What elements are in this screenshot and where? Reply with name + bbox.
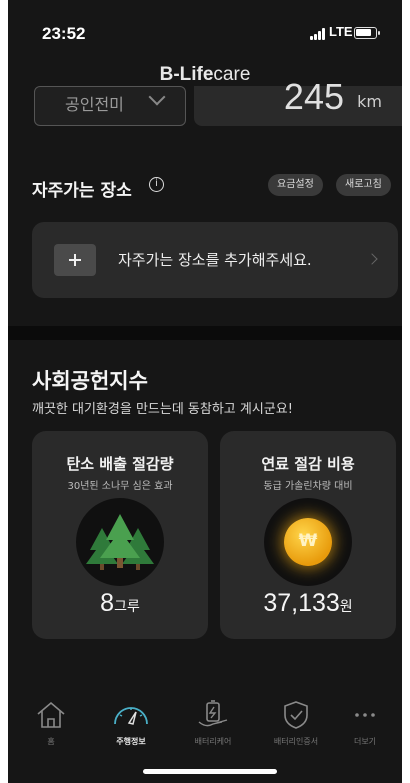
- tree-illustration: [76, 498, 164, 586]
- shield-check-icon: [284, 701, 308, 729]
- coin-illustration: ₩: [264, 498, 352, 586]
- nav-item-driving-info[interactable]: 주행정보: [96, 700, 166, 747]
- fuel-card-subtitle: 동급 가솔린차량 대비: [263, 481, 353, 492]
- status-bar: 23:52 LTE: [8, 0, 402, 62]
- status-time: 23:52: [42, 24, 86, 43]
- vehicle-dropdown[interactable]: 공인전미: [34, 86, 186, 126]
- battery-icon: [354, 27, 380, 39]
- nav-label-driving-info: 주행정보: [116, 737, 146, 746]
- speedometer-icon: [114, 707, 148, 725]
- distance-card: 245 km: [194, 76, 402, 126]
- add-place-message: 자주가는 장소를 추가해주세요.: [118, 251, 312, 269]
- pine-trees-icon: [86, 514, 154, 570]
- frequent-places-title: 자주가는 장소: [32, 181, 132, 201]
- won-coin-icon: ₩: [284, 518, 332, 566]
- nav-item-more[interactable]: 더보기: [330, 700, 400, 747]
- nav-label-home: 홈: [47, 737, 55, 746]
- carbon-card-subtitle: 30년된 소나무 심은 효과: [67, 481, 173, 492]
- nav-item-battery-certificate[interactable]: 배터리인증서: [261, 700, 331, 747]
- nav-label-more: 더보기: [353, 737, 377, 746]
- nav-label-battery-care: 배터리케어: [194, 737, 232, 746]
- more-icon: [355, 713, 375, 717]
- info-icon[interactable]: i: [149, 177, 164, 192]
- nav-item-battery-care[interactable]: 배터리케어: [178, 700, 248, 747]
- add-frequent-place-card[interactable]: 자주가는 장소를 추가해주세요.: [32, 222, 398, 298]
- network-type: LTE: [329, 24, 353, 39]
- fuel-value: 37,133원: [263, 589, 353, 617]
- nav-item-home[interactable]: 홈: [16, 700, 86, 747]
- carbon-reduction-card: 탄소 배출 절감량 30년된 소나무 심은 효과 8그루: [32, 431, 208, 639]
- home-icon: [37, 701, 65, 728]
- carbon-card-title: 탄소 배출 절감량: [66, 455, 174, 473]
- distance-value: 245: [283, 76, 344, 117]
- signal-icon: [310, 28, 326, 40]
- section-divider: [8, 326, 402, 340]
- home-indicator[interactable]: [143, 769, 277, 774]
- chevron-right-icon: [366, 253, 378, 265]
- social-contribution-title: 사회공헌지수: [32, 369, 148, 393]
- social-contribution-subtitle: 깨끗한 대기환경을 만드는데 동참하고 계시군요!: [32, 402, 293, 417]
- battery-care-icon: [198, 700, 228, 727]
- carbon-value: 8그루: [100, 589, 140, 617]
- vehicle-dropdown-value: 공인전미: [65, 95, 124, 114]
- phone-screen: 23:52 LTE B-Lifecare 공인전미 245 km 자주가는 장소…: [8, 0, 402, 783]
- fuel-saving-card: 연료 절감 비용 동급 가솔린차량 대비 ₩ 37,133원: [220, 431, 396, 639]
- chevron-down-icon: [148, 88, 166, 106]
- plus-icon: [54, 244, 96, 276]
- fuel-card-title: 연료 절감 비용: [261, 455, 355, 473]
- refresh-button[interactable]: 새로고침: [336, 174, 391, 196]
- fare-setting-button[interactable]: 요금설정: [268, 174, 323, 196]
- nav-label-battery-certificate: 배터리인증서: [273, 737, 319, 746]
- distance-unit: km: [357, 92, 382, 111]
